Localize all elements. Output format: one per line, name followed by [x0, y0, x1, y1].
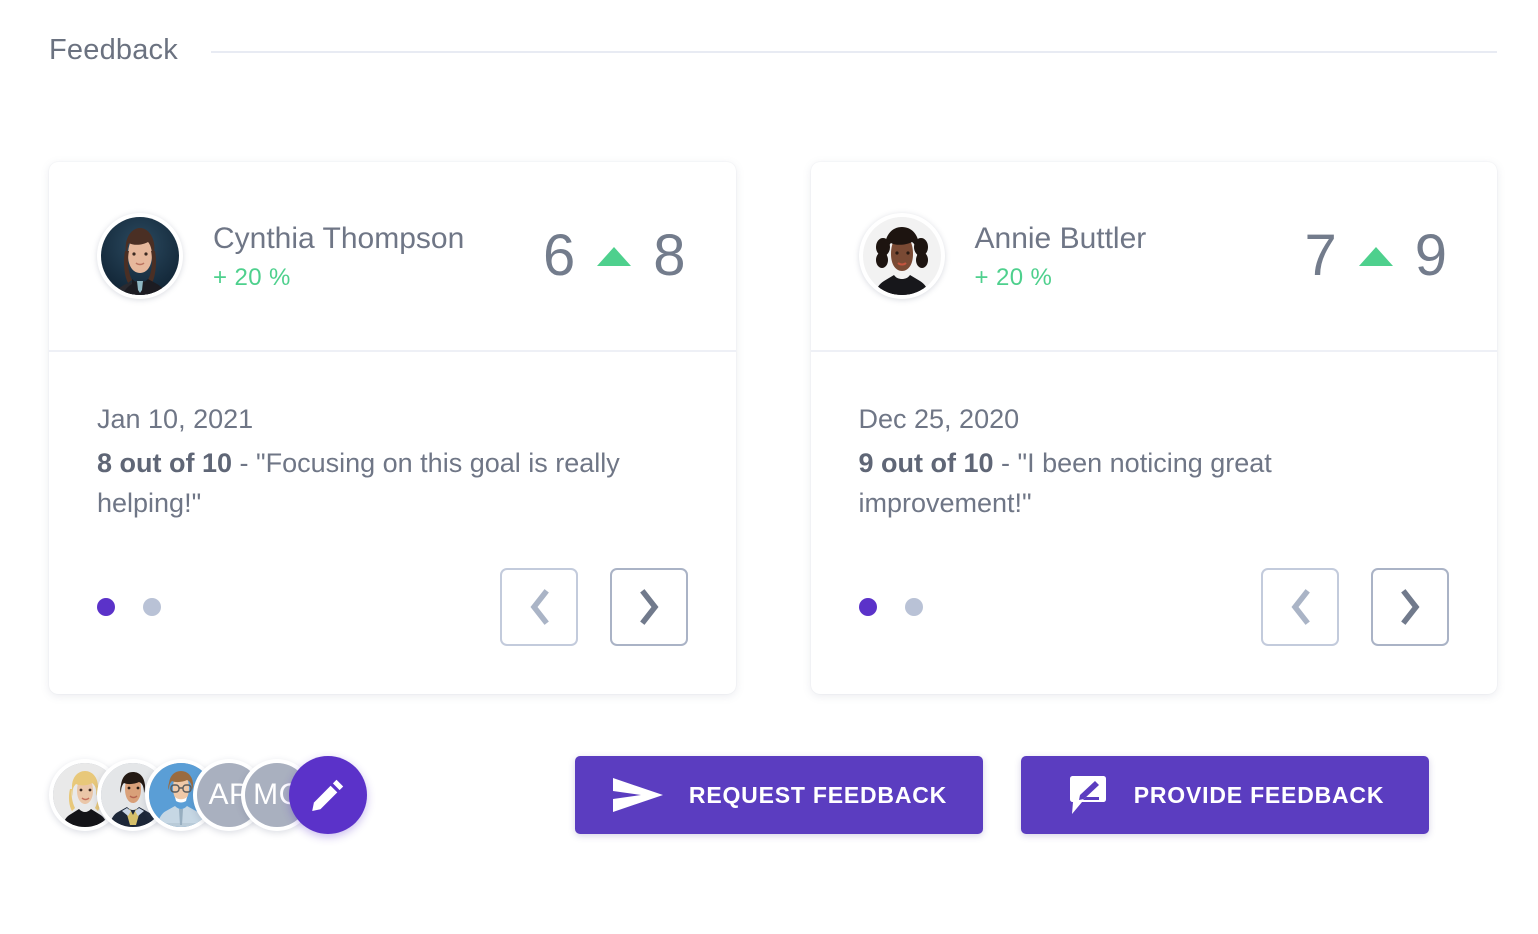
- chevron-left-icon: [1291, 589, 1310, 625]
- provide-feedback-button[interactable]: PROVIDE FEEDBACK: [1021, 756, 1429, 834]
- feedback-person-info: Cynthia Thompson + 20 %: [213, 220, 543, 293]
- feedback-card-footer: [811, 524, 1498, 694]
- send-icon: [611, 776, 665, 814]
- score-comparison: 6 8: [543, 227, 708, 285]
- avatar-photo: [101, 217, 179, 295]
- request-feedback-label: REQUEST FEEDBACK: [688, 781, 948, 808]
- page-title: Feedback: [49, 33, 178, 66]
- request-feedback-button[interactable]: REQUEST FEEDBACK: [575, 756, 983, 834]
- feedback-score-label: 8 out of 10: [97, 448, 233, 479]
- carousel-dot[interactable]: [143, 598, 161, 616]
- score-current: 8: [653, 223, 686, 288]
- carousel-nav: [1261, 568, 1449, 646]
- carousel-dots: [858, 598, 923, 616]
- provide-feedback-label: PROVIDE FEEDBACK: [1133, 781, 1385, 808]
- score-delta: + 20 %: [213, 264, 291, 292]
- chevron-right-icon: [1401, 589, 1420, 625]
- feedback-date: Jan 10, 2021: [97, 404, 254, 434]
- chevron-right-icon: [639, 589, 658, 625]
- feedback-text: 9 out of 10 - "I been noticing great imp…: [859, 444, 1419, 524]
- carousel-dot[interactable]: [904, 598, 923, 616]
- trend-up-icon: [1358, 246, 1393, 266]
- carousel-dots: [97, 598, 161, 616]
- score-previous: 7: [1304, 223, 1337, 288]
- feedback-score-label: 9 out of 10: [858, 448, 994, 479]
- reviewer-avatar-stack: AP MC: [49, 756, 367, 834]
- trend-up-icon: [597, 246, 632, 266]
- feedback-action-buttons: REQUEST FEEDBACK PROVIDE FEEDBACK: [575, 756, 1429, 834]
- previous-button[interactable]: [499, 568, 578, 646]
- section-header: Feedback: [0, 0, 1538, 70]
- person-name: Cynthia Thompson: [213, 221, 465, 255]
- feedback-card-body: Jan 10, 2021 8 out of 10 - "Focusing on …: [49, 352, 736, 524]
- avatar: [858, 213, 945, 299]
- carousel-nav: [499, 568, 688, 646]
- comment-edit-icon: [1066, 773, 1110, 817]
- feedback-text: 8 out of 10 - "Focusing on this goal is …: [97, 444, 657, 524]
- feedback-card-header: Annie Buttler + 20 % 7 9: [810, 162, 1497, 352]
- feedback-card: Cynthia Thompson + 20 % 6 8 Jan 10, 2021…: [49, 162, 736, 694]
- pencil-icon: [312, 779, 344, 811]
- avatar: [97, 213, 183, 299]
- score-previous: 6: [542, 223, 576, 288]
- chevron-left-icon: [530, 589, 549, 625]
- next-button[interactable]: [1371, 568, 1449, 646]
- feedback-date: Dec 25, 2020: [858, 404, 1020, 434]
- next-button[interactable]: [609, 568, 688, 646]
- avatar-photo: [862, 217, 941, 295]
- feedback-actions-bar: AP MC REQUEST FEEDBACK PROVIDE FEEDBACK: [0, 694, 1538, 834]
- feedback-card-footer: [49, 524, 736, 694]
- header-divider: [210, 51, 1497, 53]
- carousel-dot-active[interactable]: [858, 598, 877, 616]
- feedback-page: Feedback Cynthia Thompson + 20 % 6 8 Jan…: [0, 0, 1538, 934]
- previous-button[interactable]: [1261, 568, 1339, 646]
- feedback-cards-row: Cynthia Thompson + 20 % 6 8 Jan 10, 2021…: [0, 70, 1538, 694]
- edit-reviewers-button[interactable]: [289, 756, 367, 834]
- score-current: 9: [1414, 223, 1447, 288]
- feedback-card-header: Cynthia Thompson + 20 % 6 8: [49, 162, 736, 352]
- person-name: Annie Buttler: [974, 221, 1147, 255]
- feedback-card: Annie Buttler + 20 % 7 9 Dec 25, 2020 9 …: [810, 162, 1498, 694]
- carousel-dot-active[interactable]: [97, 598, 115, 616]
- feedback-person-info: Annie Buttler + 20 %: [975, 220, 1305, 293]
- feedback-card-body: Dec 25, 2020 9 out of 10 - "I been notic…: [811, 352, 1498, 524]
- score-comparison: 7 9: [1304, 227, 1469, 285]
- score-delta: + 20 %: [974, 264, 1053, 292]
